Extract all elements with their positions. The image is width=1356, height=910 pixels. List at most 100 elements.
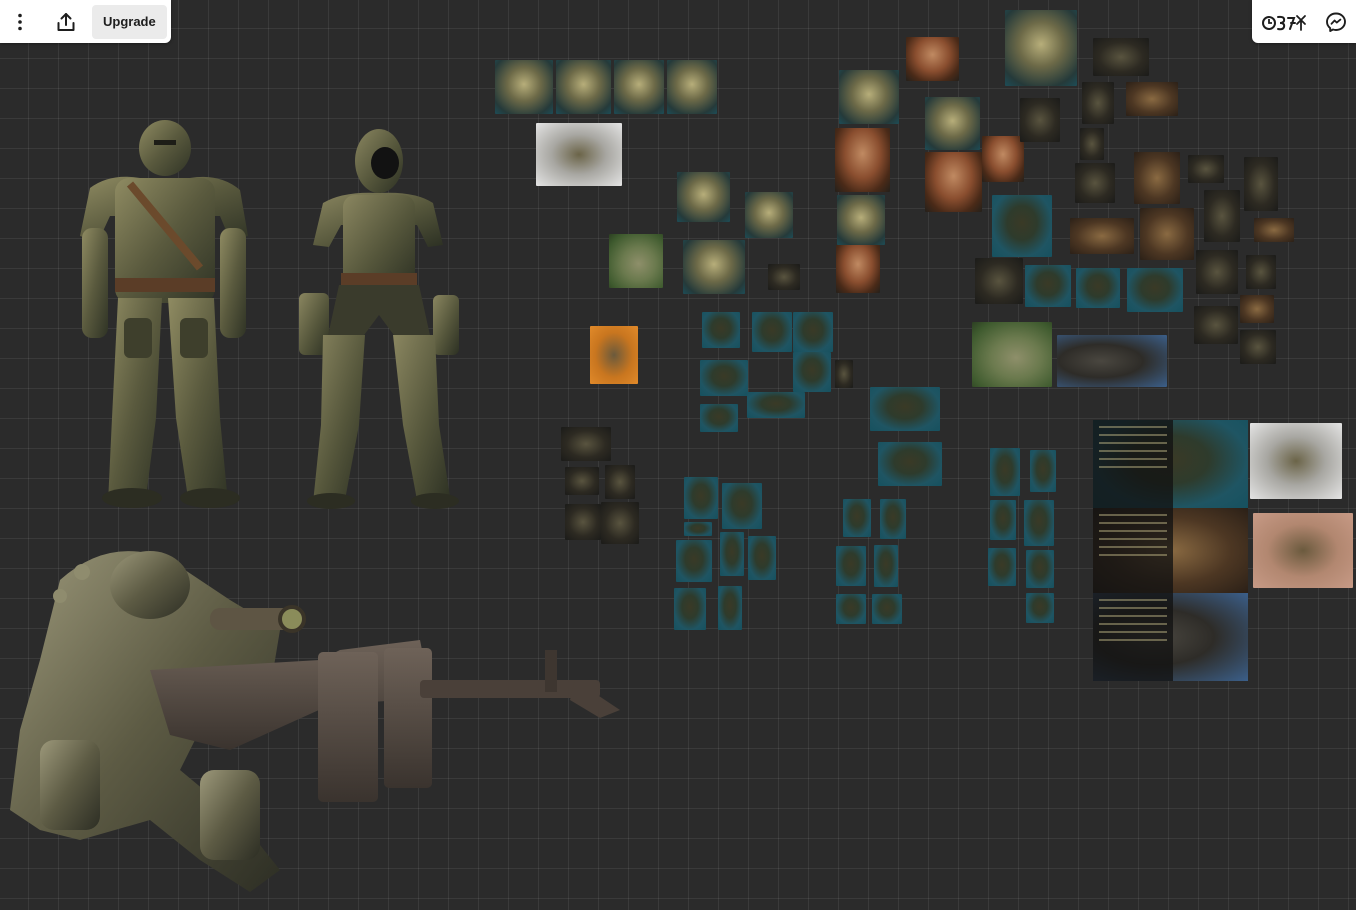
brand-logo-icon: [1262, 14, 1306, 31]
bracer-thumbnail[interactable]: [565, 467, 599, 495]
bracer-thumbnail[interactable]: [605, 465, 635, 499]
shoulder-render-thumbnail[interactable]: [1250, 423, 1342, 499]
armor-part-thumbnail[interactable]: [1025, 265, 1071, 307]
bracer-thumbnail[interactable]: [601, 502, 639, 544]
armor-part-thumbnail[interactable]: [1070, 218, 1134, 254]
game-ui-screenshot[interactable]: [1093, 593, 1248, 681]
armor-sniper-kneeling[interactable]: [0, 540, 630, 900]
torso-thumbnail[interactable]: [752, 312, 792, 352]
torso-thumbnail[interactable]: [878, 442, 942, 486]
boot-thumbnail[interactable]: [988, 548, 1016, 586]
boot-thumbnail[interactable]: [1026, 550, 1054, 588]
torso-thumbnail[interactable]: [793, 312, 833, 352]
glove-thumbnail[interactable]: [836, 594, 866, 624]
mask-reference-thumbnail[interactable]: [536, 123, 622, 186]
messenger-chat-icon: [1326, 12, 1346, 32]
armor-part-thumbnail[interactable]: [1240, 295, 1274, 323]
armor-figure-front[interactable]: [70, 118, 255, 513]
share-button[interactable]: [46, 0, 86, 43]
glove-thumbnail[interactable]: [880, 499, 906, 539]
face-thumbnail[interactable]: [835, 128, 890, 192]
brand-logo-button[interactable]: [1261, 10, 1307, 34]
glove-thumbnail[interactable]: [843, 499, 871, 537]
boot-thumbnail[interactable]: [1026, 593, 1054, 623]
armor-figure-female[interactable]: [293, 125, 465, 513]
prop-thumbnail[interactable]: [768, 264, 800, 290]
legs-thumbnail[interactable]: [722, 483, 762, 529]
armor-part-thumbnail[interactable]: [1126, 82, 1178, 116]
stats-pane: [1093, 593, 1173, 681]
helmet-thumbnail[interactable]: [495, 60, 553, 114]
legs-thumbnail[interactable]: [684, 477, 718, 519]
torso-thumbnail[interactable]: [870, 387, 940, 431]
armor-part-thumbnail[interactable]: [1080, 128, 1104, 160]
armor-part-thumbnail[interactable]: [1076, 268, 1120, 308]
chat-button[interactable]: [1325, 11, 1347, 33]
upgrade-button[interactable]: Upgrade: [92, 4, 167, 39]
stats-pane: [1093, 420, 1173, 508]
torso-thumbnail[interactable]: [793, 352, 831, 392]
armor-part-thumbnail[interactable]: [1244, 157, 1278, 211]
torso-thumbnail[interactable]: [700, 360, 748, 396]
helmet-thumbnail[interactable]: [667, 60, 717, 114]
face-thumbnail[interactable]: [925, 152, 982, 212]
torso-thumbnail[interactable]: [700, 404, 738, 432]
game-ui-screenshot[interactable]: [1093, 508, 1248, 593]
game-ui-screenshot[interactable]: [1093, 420, 1248, 508]
helmet-thumbnail[interactable]: [556, 60, 611, 114]
armor-part-thumbnail[interactable]: [1140, 208, 1194, 260]
pauldron-render-thumbnail[interactable]: [1253, 513, 1353, 588]
armor-part-thumbnail[interactable]: [975, 258, 1023, 304]
helmet-thumbnail[interactable]: [677, 172, 730, 222]
legs-thumbnail[interactable]: [718, 586, 742, 630]
armor-part-thumbnail[interactable]: [1240, 330, 1276, 364]
helmet-thumbnail[interactable]: [683, 240, 745, 294]
armor-part-thumbnail[interactable]: [1075, 163, 1115, 203]
helmet-thumbnail[interactable]: [925, 97, 980, 150]
face-thumbnail[interactable]: [982, 136, 1024, 182]
armor-part-thumbnail[interactable]: [1127, 268, 1183, 312]
armor-part-thumbnail[interactable]: [1254, 218, 1294, 242]
bracer-thumbnail[interactable]: [561, 427, 611, 461]
face-thumbnail[interactable]: [906, 37, 959, 81]
armor-part-thumbnail[interactable]: [1188, 155, 1224, 183]
orange-armor-thumbnail[interactable]: [590, 326, 638, 384]
backpack-thumbnail[interactable]: [1134, 152, 1180, 204]
legs-thumbnail[interactable]: [720, 532, 744, 576]
torso-thumbnail[interactable]: [835, 360, 853, 388]
armor-part-thumbnail[interactable]: [1196, 250, 1238, 294]
armor-part-thumbnail[interactable]: [1204, 190, 1240, 242]
boot-thumbnail[interactable]: [1030, 450, 1056, 492]
armor-part-thumbnail[interactable]: [1020, 98, 1060, 142]
hair-thumbnail[interactable]: [836, 245, 880, 293]
helmet-thumbnail[interactable]: [614, 60, 664, 114]
armor-part-thumbnail[interactable]: [1246, 255, 1276, 289]
helmet-thumbnail[interactable]: [1005, 10, 1077, 86]
boot-thumbnail[interactable]: [990, 448, 1020, 496]
armor-part-thumbnail[interactable]: [992, 195, 1052, 257]
torso-thumbnail[interactable]: [702, 312, 740, 348]
glove-thumbnail[interactable]: [874, 545, 898, 587]
torso-thumbnail[interactable]: [747, 392, 805, 418]
closeup-render-thumbnail[interactable]: [1057, 335, 1167, 387]
armor-part-thumbnail[interactable]: [1093, 38, 1149, 76]
armor-part-thumbnail[interactable]: [1194, 306, 1238, 344]
legs-thumbnail[interactable]: [684, 522, 712, 536]
glove-thumbnail[interactable]: [872, 594, 902, 624]
glove-thumbnail[interactable]: [836, 546, 866, 586]
top-left-toolbar: Upgrade: [0, 0, 171, 43]
moodboard-canvas[interactable]: Upgrade: [0, 0, 1356, 910]
forest-render-thumbnail[interactable]: [609, 234, 663, 288]
legs-thumbnail[interactable]: [674, 588, 706, 630]
helmet-thumbnail[interactable]: [745, 192, 793, 238]
legs-thumbnail[interactable]: [676, 540, 712, 582]
boot-thumbnail[interactable]: [1024, 500, 1054, 546]
bracer-thumbnail[interactable]: [565, 504, 601, 540]
helmet-thumbnail[interactable]: [837, 195, 885, 245]
boot-thumbnail[interactable]: [990, 500, 1016, 540]
forest-render-thumbnail[interactable]: [972, 322, 1052, 387]
helmet-thumbnail[interactable]: [839, 70, 899, 124]
legs-thumbnail[interactable]: [748, 536, 776, 580]
menu-button[interactable]: [0, 0, 40, 43]
armor-part-thumbnail[interactable]: [1082, 82, 1114, 124]
